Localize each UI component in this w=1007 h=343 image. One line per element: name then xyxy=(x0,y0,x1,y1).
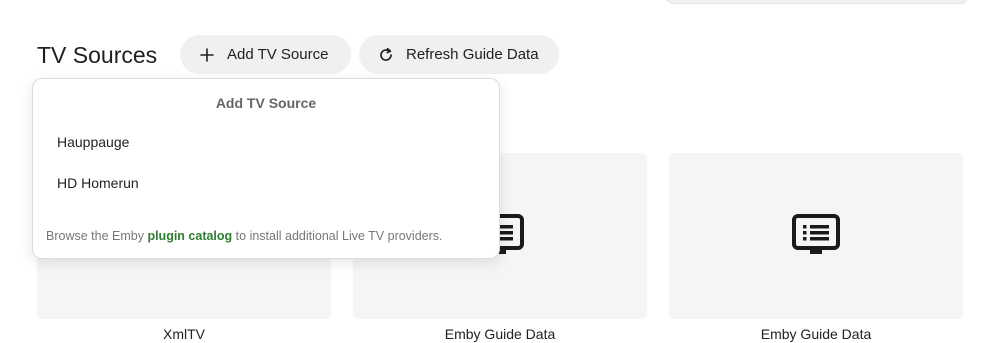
footer-suffix: to install additional Live TV providers. xyxy=(235,229,443,243)
card-label: Emby Guide Data xyxy=(444,326,556,342)
page-title: TV Sources xyxy=(37,42,158,68)
card-label: XmlTV xyxy=(163,326,205,342)
plus-icon xyxy=(199,47,215,63)
add-tv-source-button[interactable]: Add TV Source xyxy=(180,35,351,74)
search-bar[interactable] xyxy=(665,0,969,4)
refresh-guide-data-button[interactable]: Refresh Guide Data xyxy=(359,35,559,74)
guide-icon xyxy=(792,214,840,254)
refresh-icon xyxy=(378,47,394,63)
menu-title: Add TV Source xyxy=(215,95,317,111)
source-card[interactable] xyxy=(669,153,963,319)
plugin-catalog-link[interactable]: plugin catalog xyxy=(147,229,232,243)
menu-item-hauppauge[interactable]: Hauppauge xyxy=(33,123,499,161)
refresh-guide-data-label: Refresh Guide Data xyxy=(406,46,539,63)
add-tv-source-menu: Add TV Source Hauppauge HD Homerun Brows… xyxy=(32,78,500,259)
footer-prefix: Browse the Emby xyxy=(46,229,144,243)
menu-item-hd-homerun[interactable]: HD Homerun xyxy=(33,164,499,202)
card-label: Emby Guide Data xyxy=(760,326,872,342)
add-tv-source-label: Add TV Source xyxy=(227,46,329,63)
menu-footer: Browse the Emby plugin catalog to instal… xyxy=(46,229,443,243)
